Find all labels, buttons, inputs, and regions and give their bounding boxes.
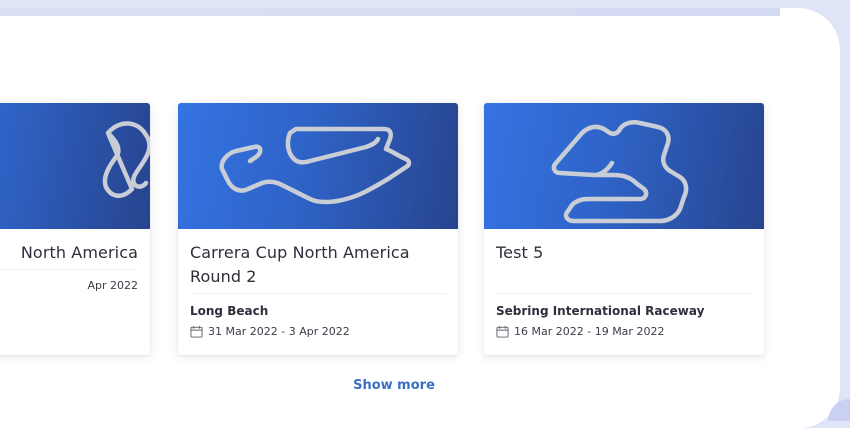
long-beach-track-icon <box>219 126 412 205</box>
calendar-icon <box>190 325 203 338</box>
card-dates: 31 Mar 2022 - 3 Apr 2022 <box>208 325 350 338</box>
card-dates: Apr 2022 <box>87 279 138 292</box>
card-title: Carrera Cup North America Round 2 <box>190 243 410 286</box>
card-dates: 16 Mar 2022 - 19 Mar 2022 <box>514 325 665 338</box>
card-date-row: 31 Mar 2022 - 3 Apr 2022 <box>190 325 446 338</box>
track-image <box>484 103 764 229</box>
event-card[interactable]: Test 5 Sebring International Raceway 16 … <box>484 103 764 355</box>
sebring-track-icon <box>551 120 689 224</box>
card-location: Sebring International Raceway <box>496 304 705 318</box>
card-divider <box>190 293 446 294</box>
events-panel: North America Apr 2022 Carrera Cup North… <box>0 8 840 428</box>
top-divider <box>0 8 780 16</box>
card-divider <box>0 269 138 270</box>
card-date-row: 16 Mar 2022 - 19 Mar 2022 <box>496 325 752 338</box>
card-divider <box>496 293 752 294</box>
event-card[interactable]: North America Apr 2022 <box>0 103 150 355</box>
card-title: Test 5 <box>496 243 544 262</box>
card-location: Long Beach <box>190 304 269 318</box>
show-more-link[interactable]: Show more <box>334 378 454 393</box>
track-image <box>178 103 458 229</box>
calendar-icon <box>496 325 509 338</box>
card-date-row: Apr 2022 <box>0 279 138 292</box>
card-title: North America <box>20 243 138 262</box>
event-card[interactable]: Carrera Cup North America Round 2 Long B… <box>178 103 458 355</box>
track-image <box>0 103 150 229</box>
track-layout-icon <box>102 121 150 198</box>
